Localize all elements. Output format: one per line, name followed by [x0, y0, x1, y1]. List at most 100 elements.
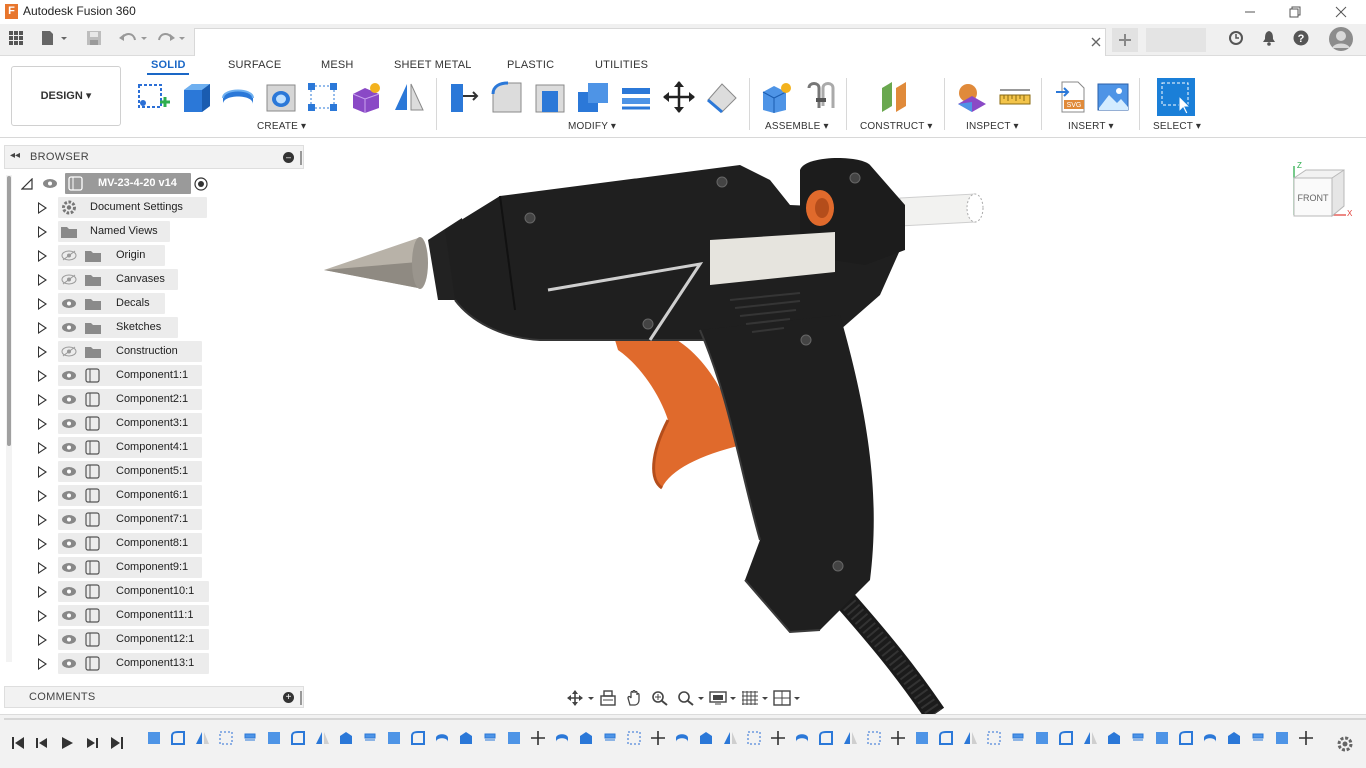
select-group-label[interactable]: SELECT ▾ [1153, 121, 1201, 132]
expand-arrow-icon[interactable] [38, 346, 47, 358]
offset-feature-icon[interactable] [1130, 730, 1146, 746]
body-feature-icon[interactable] [506, 730, 522, 746]
offset-feature-icon[interactable] [242, 730, 258, 746]
save-icon[interactable] [86, 30, 102, 50]
body-feature-icon[interactable] [1154, 730, 1170, 746]
measure-icon[interactable] [998, 80, 1032, 114]
browser-item[interactable]: Construction [14, 341, 304, 363]
user-avatar[interactable] [1329, 27, 1353, 51]
expand-arrow-icon[interactable] [38, 226, 47, 238]
fillet-icon[interactable] [490, 80, 524, 114]
display-settings-icon[interactable] [709, 690, 737, 706]
timeline-track[interactable] [4, 718, 1366, 720]
browser-item[interactable]: Sketches [14, 317, 304, 339]
browser-item[interactable]: Component1:1 [14, 365, 304, 387]
file-icon[interactable] [40, 30, 68, 50]
browser-item[interactable]: Named Views [14, 221, 304, 243]
undo-icon[interactable] [118, 30, 148, 50]
fillet-feature-icon[interactable] [410, 730, 426, 746]
browser-item[interactable]: Component10:1 [14, 581, 304, 603]
go-to-start-icon[interactable] [11, 736, 25, 750]
extrude-feature-icon[interactable] [1106, 730, 1122, 746]
sketch-feature-icon[interactable] [218, 730, 234, 746]
collapse-browser-icon[interactable]: ◂◂ [10, 150, 20, 161]
visibility-eye-icon[interactable] [61, 442, 77, 453]
visibility-eye-icon[interactable] [61, 466, 77, 477]
fillet-feature-icon[interactable] [290, 730, 306, 746]
help-icon[interactable]: ? [1293, 30, 1309, 50]
browser-item[interactable]: Component13:1 [14, 653, 304, 675]
visibility-eye-icon[interactable] [61, 322, 77, 333]
mirror-feature-icon[interactable] [194, 730, 210, 746]
close-window-button[interactable] [1318, 0, 1364, 24]
step-forward-icon[interactable] [85, 736, 99, 750]
expand-arrow-icon[interactable] [38, 562, 47, 574]
fillet-feature-icon[interactable] [1058, 730, 1074, 746]
align-icon[interactable] [705, 80, 739, 114]
create-sketch-icon[interactable] [136, 80, 170, 114]
body-feature-icon[interactable] [1274, 730, 1290, 746]
apps-grid-icon[interactable] [8, 30, 24, 50]
look-at-icon[interactable] [599, 690, 617, 706]
timeline-settings-gear-icon[interactable] [1336, 735, 1354, 753]
browser-item[interactable]: Origin [14, 245, 304, 267]
revolve-feature-icon[interactable] [434, 730, 450, 746]
expand-arrow-icon[interactable] [38, 322, 47, 334]
expand-arrow-icon[interactable] [38, 538, 47, 550]
pan-hand-icon[interactable] [625, 690, 643, 706]
move-feature-icon[interactable] [650, 730, 666, 746]
extrude-feature-icon[interactable] [578, 730, 594, 746]
revolve-feature-icon[interactable] [794, 730, 810, 746]
sketch-feature-icon[interactable] [626, 730, 642, 746]
extrude-feature-icon[interactable] [458, 730, 474, 746]
panel-grip-icon[interactable] [300, 691, 302, 705]
add-comment-icon[interactable]: + [283, 692, 294, 703]
step-back-icon[interactable] [35, 736, 49, 750]
body-feature-icon[interactable] [1034, 730, 1050, 746]
browser-item[interactable]: Component3:1 [14, 413, 304, 435]
expand-arrow-icon[interactable] [38, 466, 47, 478]
expand-arrow-icon[interactable] [38, 274, 47, 286]
visibility-eye-icon[interactable] [61, 298, 77, 309]
insert-canvas-icon[interactable] [1096, 80, 1130, 114]
extrude-feature-icon[interactable] [338, 730, 354, 746]
tab-sheet-metal[interactable]: SHEET METAL [394, 59, 472, 71]
browser-item[interactable]: Component12:1 [14, 629, 304, 651]
visibility-eye-icon[interactable] [42, 178, 58, 189]
viewports-icon[interactable] [773, 690, 801, 706]
mirror-feature-icon[interactable] [722, 730, 738, 746]
panel-grip-icon[interactable] [300, 151, 302, 165]
construct-group-label[interactable]: CONSTRUCT ▾ [860, 121, 933, 132]
mirror-feature-icon[interactable] [314, 730, 330, 746]
expand-arrow-icon[interactable] [38, 202, 47, 214]
move-feature-icon[interactable] [770, 730, 786, 746]
sketch-feature-icon[interactable] [986, 730, 1002, 746]
move-feature-icon[interactable] [890, 730, 906, 746]
visibility-eye-icon[interactable] [61, 658, 77, 669]
insert-group-label[interactable]: INSERT ▾ [1068, 121, 1114, 132]
browser-item[interactable]: Decals [14, 293, 304, 315]
go-to-end-icon[interactable] [110, 736, 124, 750]
move-feature-icon[interactable] [530, 730, 546, 746]
offset-feature-icon[interactable] [602, 730, 618, 746]
expand-arrow-icon[interactable] [38, 658, 47, 670]
fillet-feature-icon[interactable] [938, 730, 954, 746]
browser-item[interactable]: Component9:1 [14, 557, 304, 579]
pattern-icon[interactable] [306, 80, 340, 114]
workspace-switcher[interactable]: DESIGN ▾ [11, 66, 121, 126]
joint-icon[interactable] [803, 80, 837, 114]
new-tab-icon[interactable] [1112, 28, 1138, 52]
shell-icon[interactable] [533, 80, 567, 114]
mirror-feature-icon[interactable] [962, 730, 978, 746]
tab-solid[interactable]: SOLID [151, 59, 186, 71]
mirror-icon[interactable] [392, 80, 426, 114]
expand-arrow-icon[interactable] [38, 370, 47, 382]
insert-svg-icon[interactable]: SVG [1054, 80, 1088, 114]
minimize-button[interactable] [1227, 0, 1273, 24]
extrude-feature-icon[interactable] [1226, 730, 1242, 746]
move-feature-icon[interactable] [1298, 730, 1314, 746]
offset-feature-icon[interactable] [482, 730, 498, 746]
select-icon[interactable] [1157, 78, 1195, 116]
viewcube[interactable]: FRONT Z X [1284, 160, 1356, 230]
browser-item[interactable]: Document Settings [14, 197, 304, 219]
